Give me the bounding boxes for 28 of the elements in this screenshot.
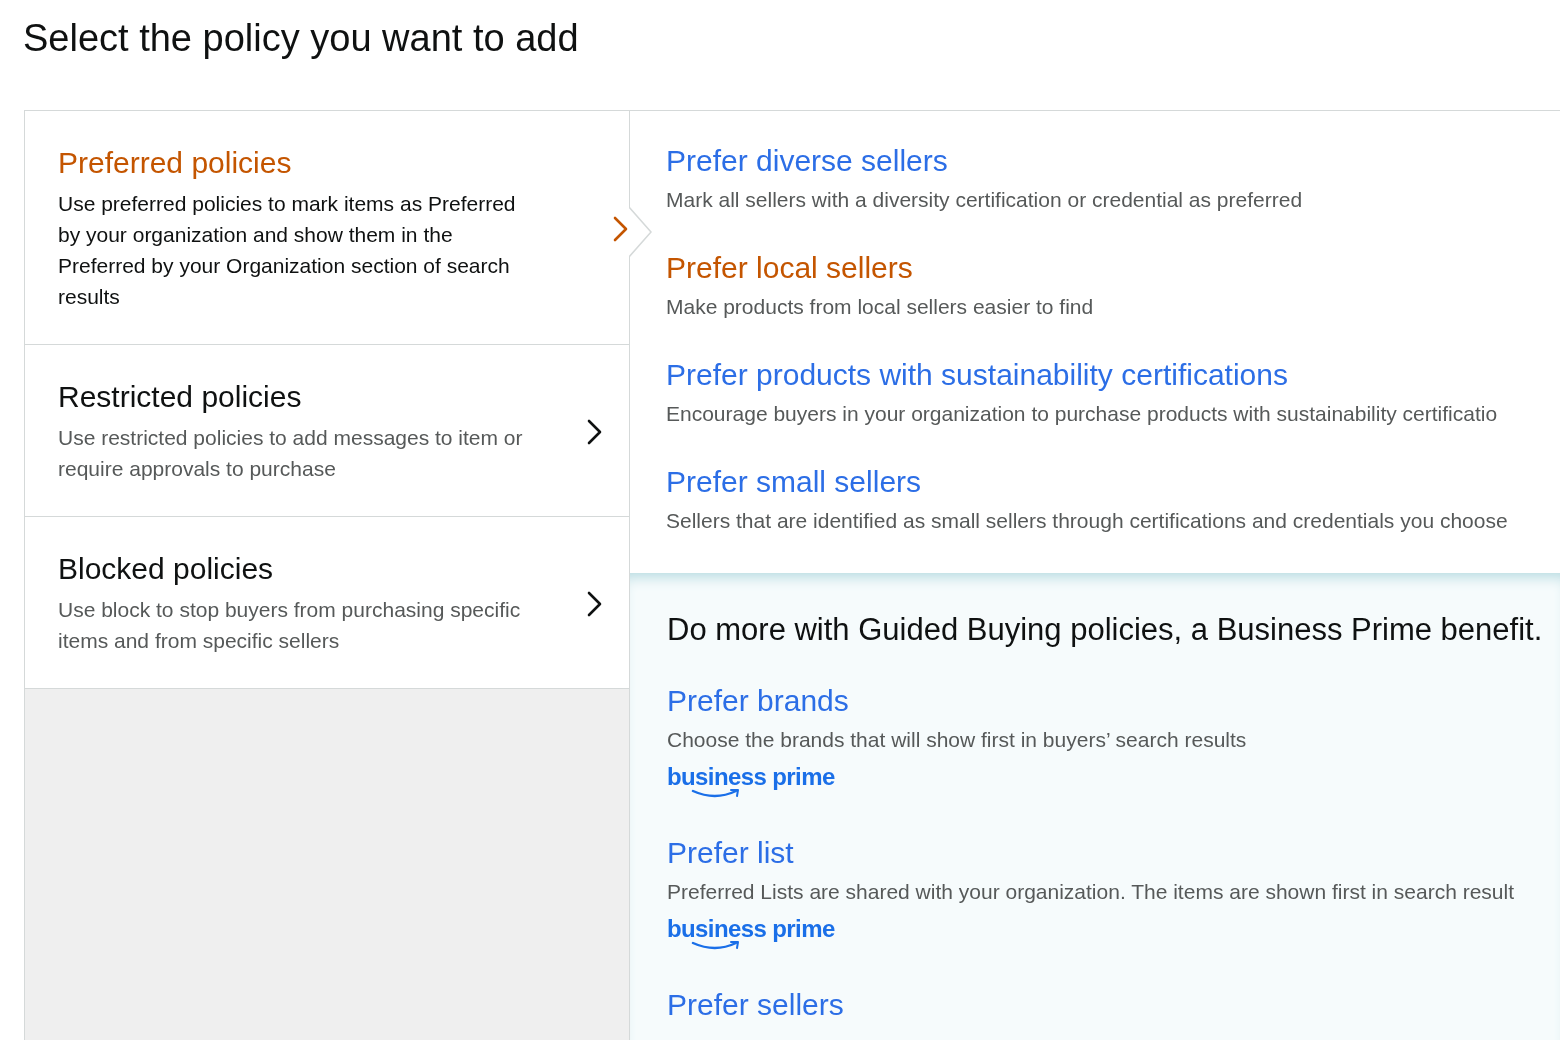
business-prime-logo-text: business prime xyxy=(667,764,835,790)
guided-buying-heading: Do more with Guided Buying policies, a Business Prime benefit. xyxy=(667,612,1544,648)
category-title: Preferred policies xyxy=(58,145,293,181)
category-description: Use preferred policies to mark items as Preferred by your organization and show them in the Preferred by your Organization section of search results xyxy=(58,191,517,310)
category-description: Use restricted policies to add messages to item or require approvals to purchase xyxy=(58,425,524,482)
policy-link[interactable]: Prefer sellers xyxy=(667,987,844,1023)
policy-description: Mark all sellers with a diversity certification or credential as preferred xyxy=(666,188,1303,212)
page-title: Select the policy you want to add xyxy=(23,16,580,60)
policy-link[interactable]: Prefer local sellers xyxy=(666,250,913,286)
policy-description: Make products from local sellers easier to find xyxy=(666,295,1094,319)
policy-link[interactable]: Prefer brands xyxy=(667,683,849,719)
policy-description: Sellers that are identified as small sellers through certifications and credentials you choose xyxy=(666,509,1508,533)
policy-description: Choose the brands that will show first in buyers’ search results xyxy=(667,728,1247,752)
category-description: Use block to stop buyers from purchasing specific items and from specific sellers xyxy=(58,597,522,654)
business-prime-logo-text: business prime xyxy=(667,916,835,942)
policy-description: Encourage buyers in your organization to purchase products with sustainability certificatio xyxy=(666,402,1498,426)
category-card[interactable]: Restricted policies Use restricted policies to add messages to item or require approvals to purchase xyxy=(25,345,629,517)
chevron-right-icon xyxy=(587,590,602,617)
policy-link[interactable]: Prefer small sellers xyxy=(666,464,922,500)
policy-description: Preferred Lists are shared with your organization. The items are shown first in search result xyxy=(667,880,1514,904)
chevron-right-icon xyxy=(587,418,602,445)
policy-link[interactable]: Prefer products with sustainability certifications xyxy=(666,357,1288,393)
policy-link[interactable]: Prefer list xyxy=(667,835,794,871)
policy-link[interactable]: Prefer diverse sellers xyxy=(666,143,948,179)
chevron-right-icon xyxy=(613,215,628,242)
category-title: Restricted policies xyxy=(58,379,303,415)
category-title: Blocked policies xyxy=(58,551,275,587)
category-card[interactable]: Blocked policies Use block to stop buyers from purchasing specific items and from specific sellers xyxy=(25,517,629,689)
